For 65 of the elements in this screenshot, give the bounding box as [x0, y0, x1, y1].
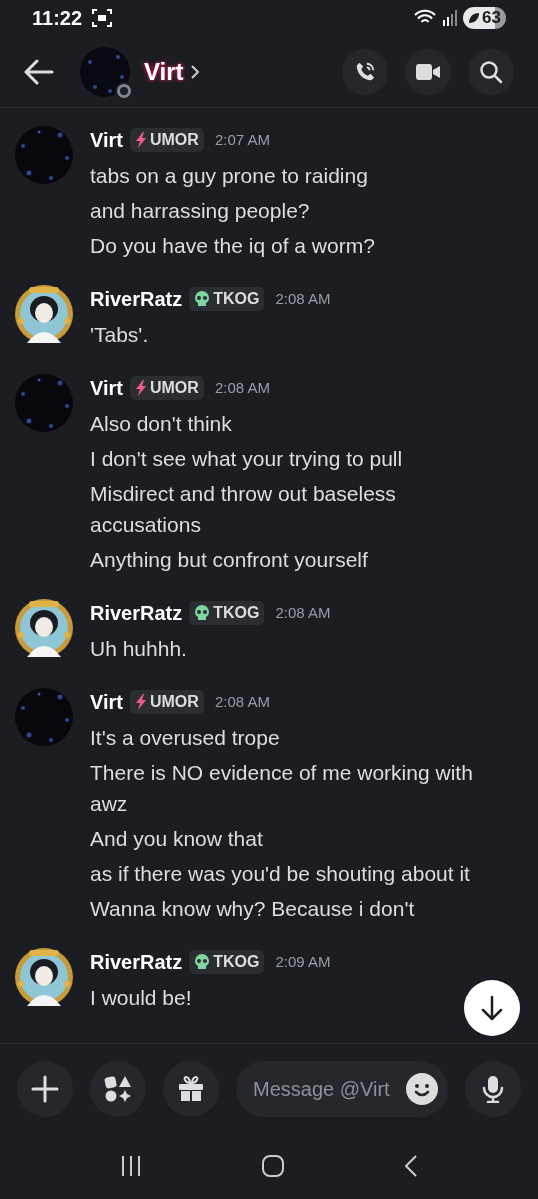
message-text: Do you have the iq of a worm?: [90, 233, 375, 259]
author-name[interactable]: RiverRatz: [90, 284, 183, 314]
gift-icon: [177, 1074, 205, 1103]
message-text: and harrassing people?: [90, 198, 310, 224]
message-field[interactable]: Message @Virt: [236, 1060, 448, 1117]
message-input[interactable]: Message @Virt: [253, 1073, 406, 1104]
shapes-icon: [104, 1074, 132, 1103]
message-text: It's a overused trope: [90, 725, 280, 751]
search-button[interactable]: [468, 48, 514, 95]
scroll-down-button[interactable]: [464, 980, 520, 1036]
message-text: Misdirect and throw out baseless accusations: [90, 481, 397, 538]
timestamp: 2:08 AM: [214, 377, 270, 398]
role-tag[interactable]: TKOG: [189, 601, 265, 625]
message-text: as if there was you'd be shouting about it: [90, 861, 470, 887]
role-tag[interactable]: TKOG: [189, 287, 265, 311]
video-camera-icon: [416, 62, 440, 81]
role-tag[interactable]: TKOG: [189, 950, 265, 974]
video-button[interactable]: [405, 48, 451, 95]
skull-icon: [194, 605, 211, 621]
role-tag[interactable]: UMOR: [130, 128, 204, 152]
home-icon[interactable]: [261, 1154, 285, 1178]
chat-title[interactable]: Virt: [144, 53, 184, 90]
message-text: tabs on a guy prone to raiding: [90, 163, 368, 189]
role-tag[interactable]: UMOR: [130, 376, 204, 400]
message-text: There is NO evidence of me working with awz: [90, 760, 474, 817]
timestamp: 2:08 AM: [275, 288, 331, 309]
message-text: Uh huhhh.: [90, 636, 187, 662]
back-icon[interactable]: [404, 1154, 419, 1178]
screenshot-icon: [92, 9, 113, 27]
skull-icon: [194, 954, 211, 970]
role-tag[interactable]: UMOR: [130, 690, 204, 714]
plus-icon: [31, 1074, 59, 1103]
arrow-down-icon: [480, 995, 504, 1021]
lightning-icon: [135, 694, 147, 710]
author-name[interactable]: RiverRatz: [90, 947, 183, 977]
phone-icon: [354, 60, 376, 83]
battery-indicator: 63: [463, 7, 506, 29]
message-text: 'Tabs'.: [90, 322, 149, 348]
emoji-icon[interactable]: [406, 1072, 438, 1105]
timestamp: 2:09 AM: [275, 951, 331, 972]
message-text: And you know that: [90, 826, 263, 852]
signal-icon: [443, 10, 458, 26]
message-text: Anything but confront yourself: [90, 547, 368, 573]
recent-apps-icon[interactable]: [119, 1155, 142, 1177]
lightning-icon: [135, 132, 147, 148]
search-icon: [479, 59, 503, 84]
call-button[interactable]: [342, 48, 388, 95]
status-icon: [114, 80, 134, 101]
back-arrow-icon[interactable]: [24, 58, 54, 85]
timestamp: 2:07 AM: [214, 129, 270, 150]
clock-time: 11:22: [32, 6, 83, 31]
message-text: Also don't think: [90, 411, 232, 437]
message-text: I don't see what your trying to pull: [90, 446, 403, 472]
timestamp: 2:08 AM: [214, 691, 270, 712]
message-text: Wanna know why? Because i don't: [90, 896, 415, 922]
author-name[interactable]: RiverRatz: [90, 598, 183, 628]
author-name[interactable]: Virt: [90, 687, 123, 717]
chevron-right-icon[interactable]: [189, 63, 200, 80]
author-name[interactable]: Virt: [90, 125, 123, 155]
timestamp: 2:08 AM: [275, 602, 331, 623]
microphone-icon: [482, 1074, 504, 1103]
lightning-icon: [135, 380, 147, 396]
author-name[interactable]: Virt: [90, 373, 123, 403]
message-text: I would be!: [90, 985, 192, 1011]
skull-icon: [194, 291, 211, 307]
